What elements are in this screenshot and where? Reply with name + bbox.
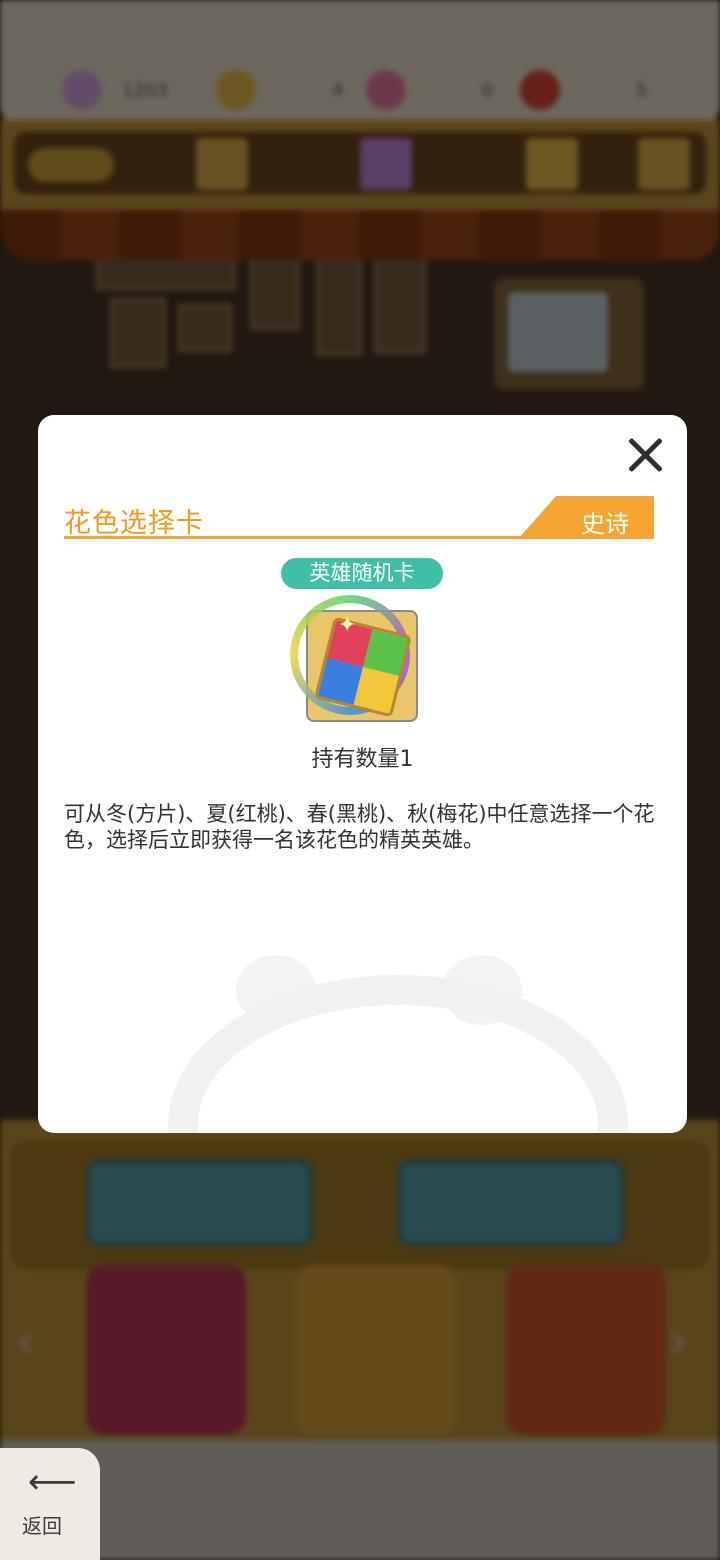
- card-type-badge: 英雄随机卡: [281, 558, 443, 589]
- item-detail-dialog: 花色选择卡 史诗 英雄随机卡 ✦ 持有数量1 可从冬(方片)、夏(红桃)、春(黑…: [38, 415, 687, 1133]
- back-label: 返回: [22, 1514, 62, 1538]
- rarity-label: 史诗: [581, 510, 629, 538]
- item-description: 可从冬(方片)、夏(红桃)、春(黑桃)、秋(梅花)中任意选择一个花色，选择后立即…: [64, 802, 655, 852]
- item-title: 花色选择卡: [64, 508, 204, 539]
- arrow-left-icon: ⟵: [28, 1462, 77, 1502]
- sparkle-icon: ✦: [338, 613, 357, 638]
- spade-suit-quadrant: [353, 667, 399, 714]
- quantity-label: 持有数量1: [311, 747, 414, 772]
- close-icon[interactable]: [622, 431, 670, 479]
